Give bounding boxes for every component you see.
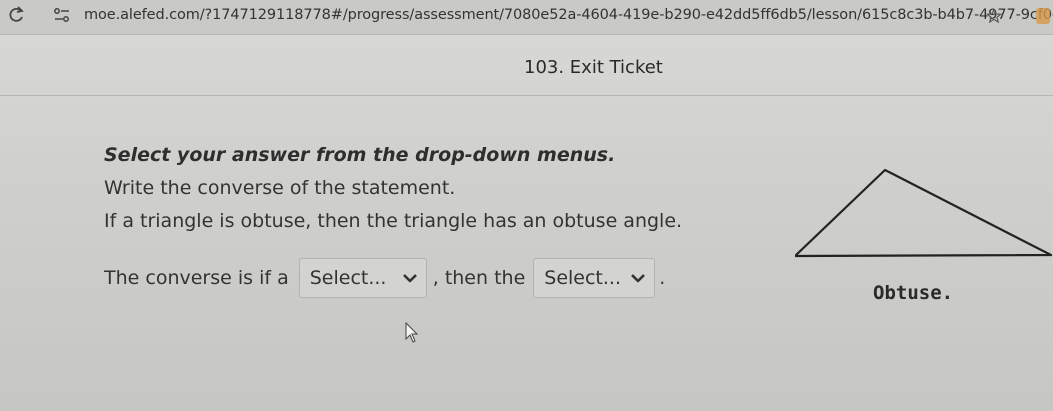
star-icon[interactable] [986,8,1002,24]
extension-icon[interactable] [1036,8,1050,24]
converse-conclusion-dropdown[interactable]: Select... [533,258,656,298]
chevron-down-icon [631,274,646,283]
question-prompt: Write the converse of the statement. [104,177,456,199]
conditional-statement: If a triangle is obtuse, then the triang… [104,210,683,232]
answer-suffix: . [659,267,666,289]
answer-prefix: The converse is if a [104,267,289,289]
answer-sentence: The converse is if a Select... , then th… [104,258,665,298]
answer-middle: , then the [432,267,526,289]
dropdown-selected-value: Select... [544,267,621,289]
mouse-cursor-icon [405,322,419,343]
address-url[interactable]: moe.alefed.com/?1747129118778#/progress/… [84,7,1053,23]
instruction-text: Select your answer from the drop-down me… [104,144,616,166]
dropdown-selected-value: Select... [309,267,387,289]
page-header: 103. Exit Ticket [0,35,1053,96]
browser-address-bar: moe.alefed.com/?1747129118778#/progress/… [0,0,1053,35]
obtuse-triangle-figure [795,168,1053,258]
site-info-icon[interactable] [52,6,72,24]
figure-caption: Obtuse. [873,282,954,304]
chevron-down-icon [402,274,417,283]
converse-hypothesis-dropdown[interactable]: Select... [298,258,427,298]
reload-icon[interactable] [6,5,26,25]
page-title: 103. Exit Ticket [524,57,663,78]
